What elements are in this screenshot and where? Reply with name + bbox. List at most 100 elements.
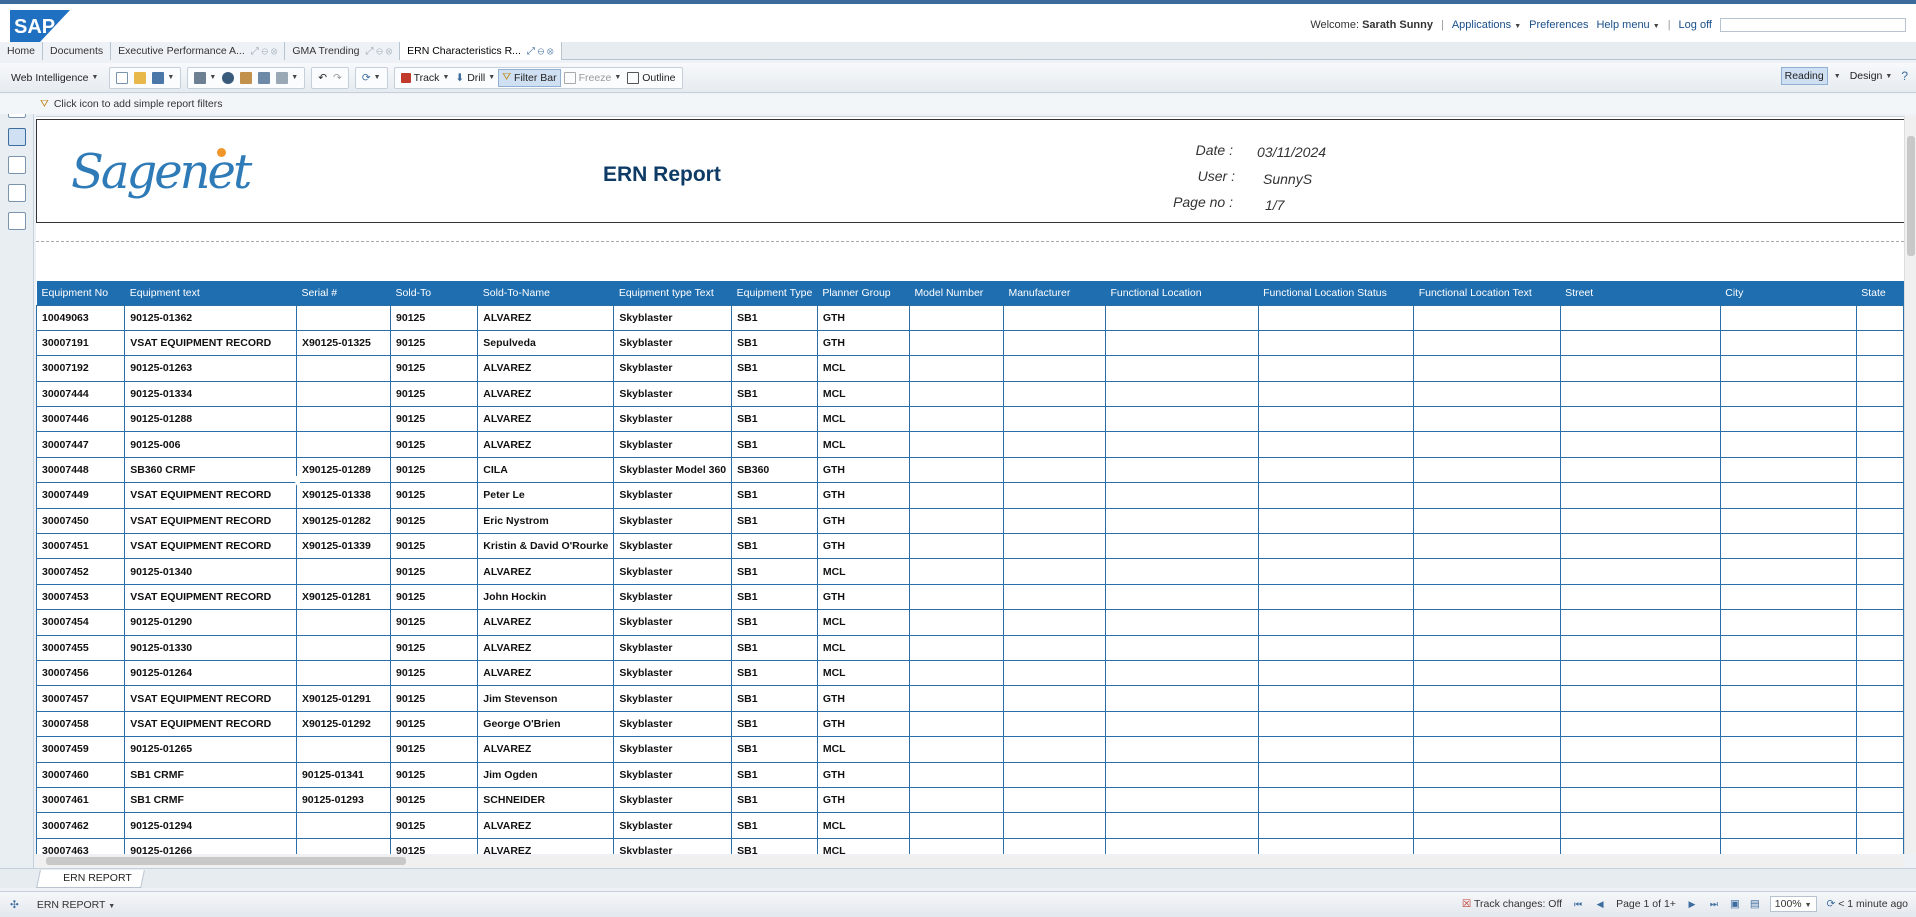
table-cell[interactable]	[908, 609, 1004, 636]
table-cell[interactable]: Sepulveda	[477, 329, 615, 357]
table-cell[interactable]	[1104, 761, 1259, 788]
table-cell[interactable]: Skyblaster	[613, 558, 733, 585]
table-cell[interactable]	[1855, 659, 1904, 687]
table-cell[interactable]	[1719, 685, 1857, 712]
table-cell[interactable]	[1719, 761, 1857, 788]
table-cell[interactable]: GTH	[816, 304, 910, 331]
table-cell[interactable]: ALVAREZ	[477, 736, 615, 763]
table-cell[interactable]: 90125	[390, 507, 479, 535]
column-header[interactable]: Equipment type Text	[613, 281, 732, 305]
last-page-icon[interactable]: ⏭	[1708, 899, 1720, 910]
tab-gma-trending[interactable]: GMA Trending ⤢ ⊖ ⊗	[285, 42, 401, 60]
table-cell[interactable]	[1104, 406, 1259, 433]
table-cell[interactable]	[1559, 761, 1721, 788]
table-cell[interactable]	[908, 406, 1004, 433]
table-cell[interactable]: 90125-01340	[124, 558, 297, 585]
table-cell[interactable]: ALVAREZ	[477, 812, 615, 839]
table-cell[interactable]	[1719, 329, 1857, 357]
table-cell[interactable]	[1002, 837, 1106, 854]
table-cell[interactable]: SB1	[731, 329, 818, 357]
table-cell[interactable]	[295, 355, 392, 382]
table-cell[interactable]	[1257, 329, 1415, 357]
table-cell[interactable]	[1104, 736, 1259, 763]
table-cell[interactable]	[1855, 329, 1904, 357]
table-cell[interactable]	[1413, 685, 1561, 712]
track-icon[interactable]	[237, 69, 255, 87]
table-cell[interactable]	[1719, 380, 1857, 408]
table-row[interactable]: 30007449 VSAT EQUIPMENT RECORD X90125-0133…	[36, 482, 1904, 509]
table-cell[interactable]	[1002, 761, 1106, 788]
table-cell[interactable]	[1559, 583, 1721, 611]
table-cell[interactable]	[1413, 736, 1561, 763]
table-cell[interactable]	[908, 456, 1004, 484]
table-cell[interactable]	[1413, 507, 1561, 535]
table-cell[interactable]	[1559, 558, 1721, 585]
table-cell[interactable]	[1002, 380, 1106, 408]
table-cell[interactable]	[1855, 685, 1904, 712]
table-cell[interactable]: 30007454	[36, 609, 126, 636]
table-cell[interactable]	[1719, 609, 1857, 636]
table-cell[interactable]	[1104, 329, 1259, 357]
column-header[interactable]: Equipment No	[36, 281, 125, 305]
table-cell[interactable]	[1002, 533, 1106, 560]
table-cell[interactable]	[908, 380, 1004, 408]
add-filter-icon[interactable]: ⛛	[40, 98, 49, 111]
table-cell[interactable]: GTH	[816, 761, 910, 788]
open-folder-icon[interactable]	[131, 69, 149, 87]
table-cell[interactable]: 30007444	[36, 380, 126, 408]
table-cell[interactable]	[1257, 406, 1415, 433]
table-cell[interactable]	[1257, 507, 1415, 535]
table-cell[interactable]	[1257, 634, 1415, 661]
table-cell[interactable]	[1559, 710, 1721, 738]
table-cell[interactable]: Skyblaster	[613, 533, 733, 560]
table-cell[interactable]	[908, 736, 1004, 763]
table-cell[interactable]	[1104, 634, 1259, 661]
table-cell[interactable]	[1002, 659, 1106, 687]
table-cell[interactable]	[908, 329, 1004, 357]
table-cell[interactable]	[1002, 329, 1106, 357]
table-cell[interactable]	[1104, 431, 1259, 458]
column-header[interactable]: Model Number	[909, 281, 1004, 305]
table-cell[interactable]: Skyblaster	[613, 355, 733, 382]
table-cell[interactable]	[295, 304, 392, 331]
table-cell[interactable]: 90125	[390, 304, 479, 331]
table-cell[interactable]: 90125-01293	[295, 786, 392, 814]
table-cell[interactable]: X90125-01291	[295, 685, 392, 712]
table-row[interactable]: 30007446 90125-01288 90125 ALVAREZ Skyblaste…	[36, 406, 1904, 433]
column-header[interactable]: Planner Group	[817, 281, 910, 305]
comments-icon[interactable]	[8, 212, 26, 230]
table-cell[interactable]: Skyblaster	[613, 710, 733, 738]
table-cell[interactable]: 90125	[390, 558, 479, 585]
table-cell[interactable]: 90125	[390, 482, 479, 509]
table-cell[interactable]	[295, 634, 392, 661]
table-cell[interactable]	[1855, 558, 1904, 585]
table-cell[interactable]	[1855, 533, 1904, 560]
table-cell[interactable]	[1855, 812, 1904, 839]
table-cell[interactable]	[1559, 609, 1721, 636]
table-cell[interactable]: 30007455	[36, 634, 126, 661]
table-cell[interactable]	[1413, 456, 1561, 484]
table-cell[interactable]: GTH	[816, 710, 910, 738]
table-cell[interactable]	[1719, 786, 1857, 814]
table-cell[interactable]	[1719, 456, 1857, 484]
table-cell[interactable]: 90125-01265	[124, 736, 297, 763]
table-cell[interactable]	[1559, 482, 1721, 509]
table-cell[interactable]: 30007458	[36, 710, 126, 738]
table-row[interactable]: 30007452 90125-01340 90125 ALVAREZ Skyblaste…	[36, 558, 1904, 585]
table-cell[interactable]: Skyblaster	[613, 482, 733, 509]
horizontal-scroll-thumb[interactable]	[46, 857, 406, 865]
table-cell[interactable]: GTH	[816, 329, 910, 357]
table-row[interactable]: 30007461 SB1 CRMF 90125-01293 90125 SCHNEIDE…	[36, 786, 1904, 814]
table-cell[interactable]: SB1	[731, 710, 818, 738]
table-cell[interactable]: Skyblaster	[613, 837, 733, 854]
table-cell[interactable]	[1257, 736, 1415, 763]
table-cell[interactable]	[1559, 533, 1721, 560]
table-cell[interactable]	[1104, 507, 1259, 535]
table-cell[interactable]	[1413, 812, 1561, 839]
table-row[interactable]: 30007453 VSAT EQUIPMENT RECORD X90125-0128…	[36, 583, 1904, 611]
table-cell[interactable]: 90125	[390, 710, 479, 738]
table-cell[interactable]	[1104, 812, 1259, 839]
table-row[interactable]: 10049063 90125-01362 90125 ALVAREZ Skyblaste…	[36, 304, 1904, 331]
table-cell[interactable]	[1413, 482, 1561, 509]
column-header[interactable]: Sold-To-Name	[477, 281, 614, 305]
